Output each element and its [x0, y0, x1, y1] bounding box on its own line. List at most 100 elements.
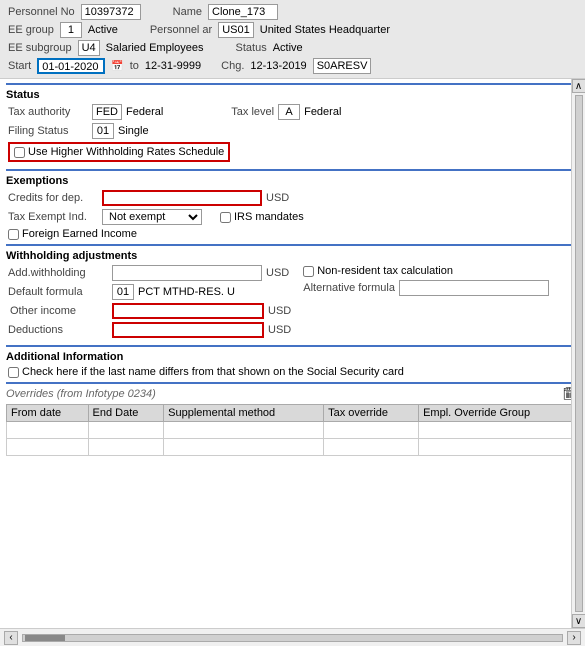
exemptions-title: Exemptions: [6, 175, 579, 187]
tax-exempt-select[interactable]: Not exempt: [102, 209, 202, 225]
tax-level-code: A: [278, 104, 300, 120]
v-scroll-track: [575, 95, 583, 612]
withholding-content: Add.withholding USD Default formula 01 P…: [6, 265, 579, 341]
tax-authority-row: Tax authority FED Federal Tax level A Fe…: [6, 104, 579, 120]
ee-subgroup-desc: Salaried Employees: [106, 42, 204, 54]
alt-formula-input[interactable]: [399, 280, 549, 296]
foreign-earned-text: Foreign Earned Income: [22, 228, 137, 240]
add-withholding-row: Add.withholding USD: [6, 265, 293, 281]
irs-mandates-label[interactable]: IRS mandates: [220, 211, 304, 223]
credits-dep-input[interactable]: [102, 190, 262, 206]
filing-status-desc: Single: [118, 125, 149, 137]
credits-dep-label: Credits for dep.: [8, 192, 98, 204]
adj-left: Add.withholding USD Default formula 01 P…: [6, 265, 293, 341]
overrides-header: Overrides (from Infotype 0234) 🗓: [6, 384, 579, 404]
tax-level-label: Tax level: [231, 106, 274, 118]
bottom-scrollbar: ‹ ›: [0, 628, 585, 646]
col-empl-override: Empl. Override Group: [419, 405, 579, 422]
add-withholding-input[interactable]: [112, 265, 262, 281]
non-resident-row: Non-resident tax calculation: [301, 265, 579, 277]
col-from-date: From date: [7, 405, 89, 422]
tax-level-desc: Federal: [304, 106, 341, 118]
credits-dep-row: Credits for dep. USD: [6, 190, 579, 206]
withholding-title: Withholding adjustments: [6, 250, 579, 262]
cell: [7, 439, 89, 456]
cell: [419, 439, 579, 456]
tax-authority-desc: Federal: [126, 106, 163, 118]
cell: [88, 422, 164, 439]
cell: [324, 439, 419, 456]
status-value: Active: [273, 42, 303, 54]
tax-authority-label: Tax authority: [8, 106, 88, 118]
ee-group-label: EE group: [8, 24, 54, 36]
other-income-currency: USD: [268, 305, 291, 317]
other-income-input[interactable]: [112, 303, 264, 319]
other-income-label: Other income: [8, 305, 108, 317]
higher-withholding-checkbox[interactable]: [14, 147, 25, 158]
name-label: Name: [173, 6, 202, 18]
foreign-earned-checkbox[interactable]: [8, 229, 19, 240]
ee-group-desc: Active: [88, 24, 118, 36]
h-scroll-track: [22, 634, 563, 642]
irs-mandates-checkbox[interactable]: [220, 212, 231, 223]
personnel-ar-desc: United States Headquarter: [260, 24, 390, 36]
deductions-row: Deductions USD: [6, 322, 293, 338]
calendar-icon[interactable]: 📅: [111, 61, 123, 72]
other-income-row: Other income USD: [6, 303, 293, 319]
foreign-earned-row: Foreign Earned Income: [6, 228, 579, 240]
tax-authority-code: FED: [92, 104, 122, 120]
scroll-right-group: ›: [567, 631, 581, 645]
end-value: 12-31-9999: [145, 60, 201, 72]
foreign-earned-label[interactable]: Foreign Earned Income: [8, 228, 137, 240]
vertical-scrollbar[interactable]: ∧ ∨: [571, 79, 585, 628]
personnel-no-label: Personnel No: [8, 6, 75, 18]
cell: [164, 422, 324, 439]
last-name-label[interactable]: Check here if the last name differs from…: [8, 366, 404, 378]
overrides-section: Overrides (from Infotype 0234) 🗓 From da…: [6, 382, 579, 456]
col-supplemental: Supplemental method: [164, 405, 324, 422]
scroll-right-btn[interactable]: ›: [567, 631, 581, 645]
header-row-4: Start 01-01-2020 📅 to 12-31-9999 Chg. 12…: [8, 58, 577, 74]
col-tax-override: Tax override: [324, 405, 419, 422]
alt-formula-label: Alternative formula: [303, 282, 395, 294]
additional-title: Additional Information: [6, 351, 579, 363]
ee-subgroup-label: EE subgroup: [8, 42, 72, 54]
tax-exempt-row: Tax Exempt Ind. Not exempt IRS mandates: [6, 209, 579, 225]
non-resident-text: Non-resident tax calculation: [317, 265, 453, 277]
scroll-left-btn[interactable]: ‹: [4, 631, 18, 645]
status-title: Status: [6, 89, 579, 101]
cell: [164, 439, 324, 456]
name-value: Clone_173: [208, 4, 278, 20]
overrides-header-row: From date End Date Supplemental method T…: [7, 405, 579, 422]
additional-section: Additional Information Check here if the…: [6, 345, 579, 378]
personnel-no-value: 10397372: [81, 4, 141, 20]
scroll-down-btn[interactable]: ∨: [572, 614, 585, 628]
deductions-input[interactable]: [112, 322, 264, 338]
scroll-left-group: ‹: [4, 631, 18, 645]
higher-withholding-checkbox-label[interactable]: Use Higher Withholding Rates Schedule: [8, 142, 230, 162]
default-formula-code: 01: [112, 284, 134, 300]
add-withholding-currency: USD: [266, 267, 289, 279]
non-resident-checkbox[interactable]: [303, 266, 314, 277]
status-content: Tax authority FED Federal Tax level A Fe…: [6, 104, 579, 165]
last-name-row: Check here if the last name differs from…: [6, 366, 579, 378]
adj-right: Non-resident tax calculation Alternative…: [301, 265, 579, 341]
irs-mandates-text: IRS mandates: [234, 211, 304, 223]
header-row-1: Personnel No 10397372 Name Clone_173: [8, 4, 577, 20]
h-scroll-thumb: [25, 635, 65, 641]
table-row: [7, 422, 579, 439]
ee-subgroup-code: U4: [78, 40, 100, 56]
cell: [7, 422, 89, 439]
tax-exempt-label: Tax Exempt Ind.: [8, 211, 98, 223]
filing-status-label: Filing Status: [8, 125, 88, 137]
start-value[interactable]: 01-01-2020: [37, 58, 105, 74]
table-row: [7, 439, 579, 456]
personnel-ar-label: Personnel ar: [150, 24, 212, 36]
alt-formula-row: Alternative formula: [301, 280, 579, 296]
higher-withholding-text: Use Higher Withholding Rates Schedule: [28, 146, 224, 158]
non-resident-label[interactable]: Non-resident tax calculation: [303, 265, 453, 277]
scroll-up-btn[interactable]: ∧: [572, 79, 585, 93]
last-name-checkbox[interactable]: [8, 367, 19, 378]
higher-withholding-row: Use Higher Withholding Rates Schedule: [6, 142, 579, 162]
exemptions-section: Exemptions Credits for dep. USD Tax Exem…: [6, 169, 579, 240]
